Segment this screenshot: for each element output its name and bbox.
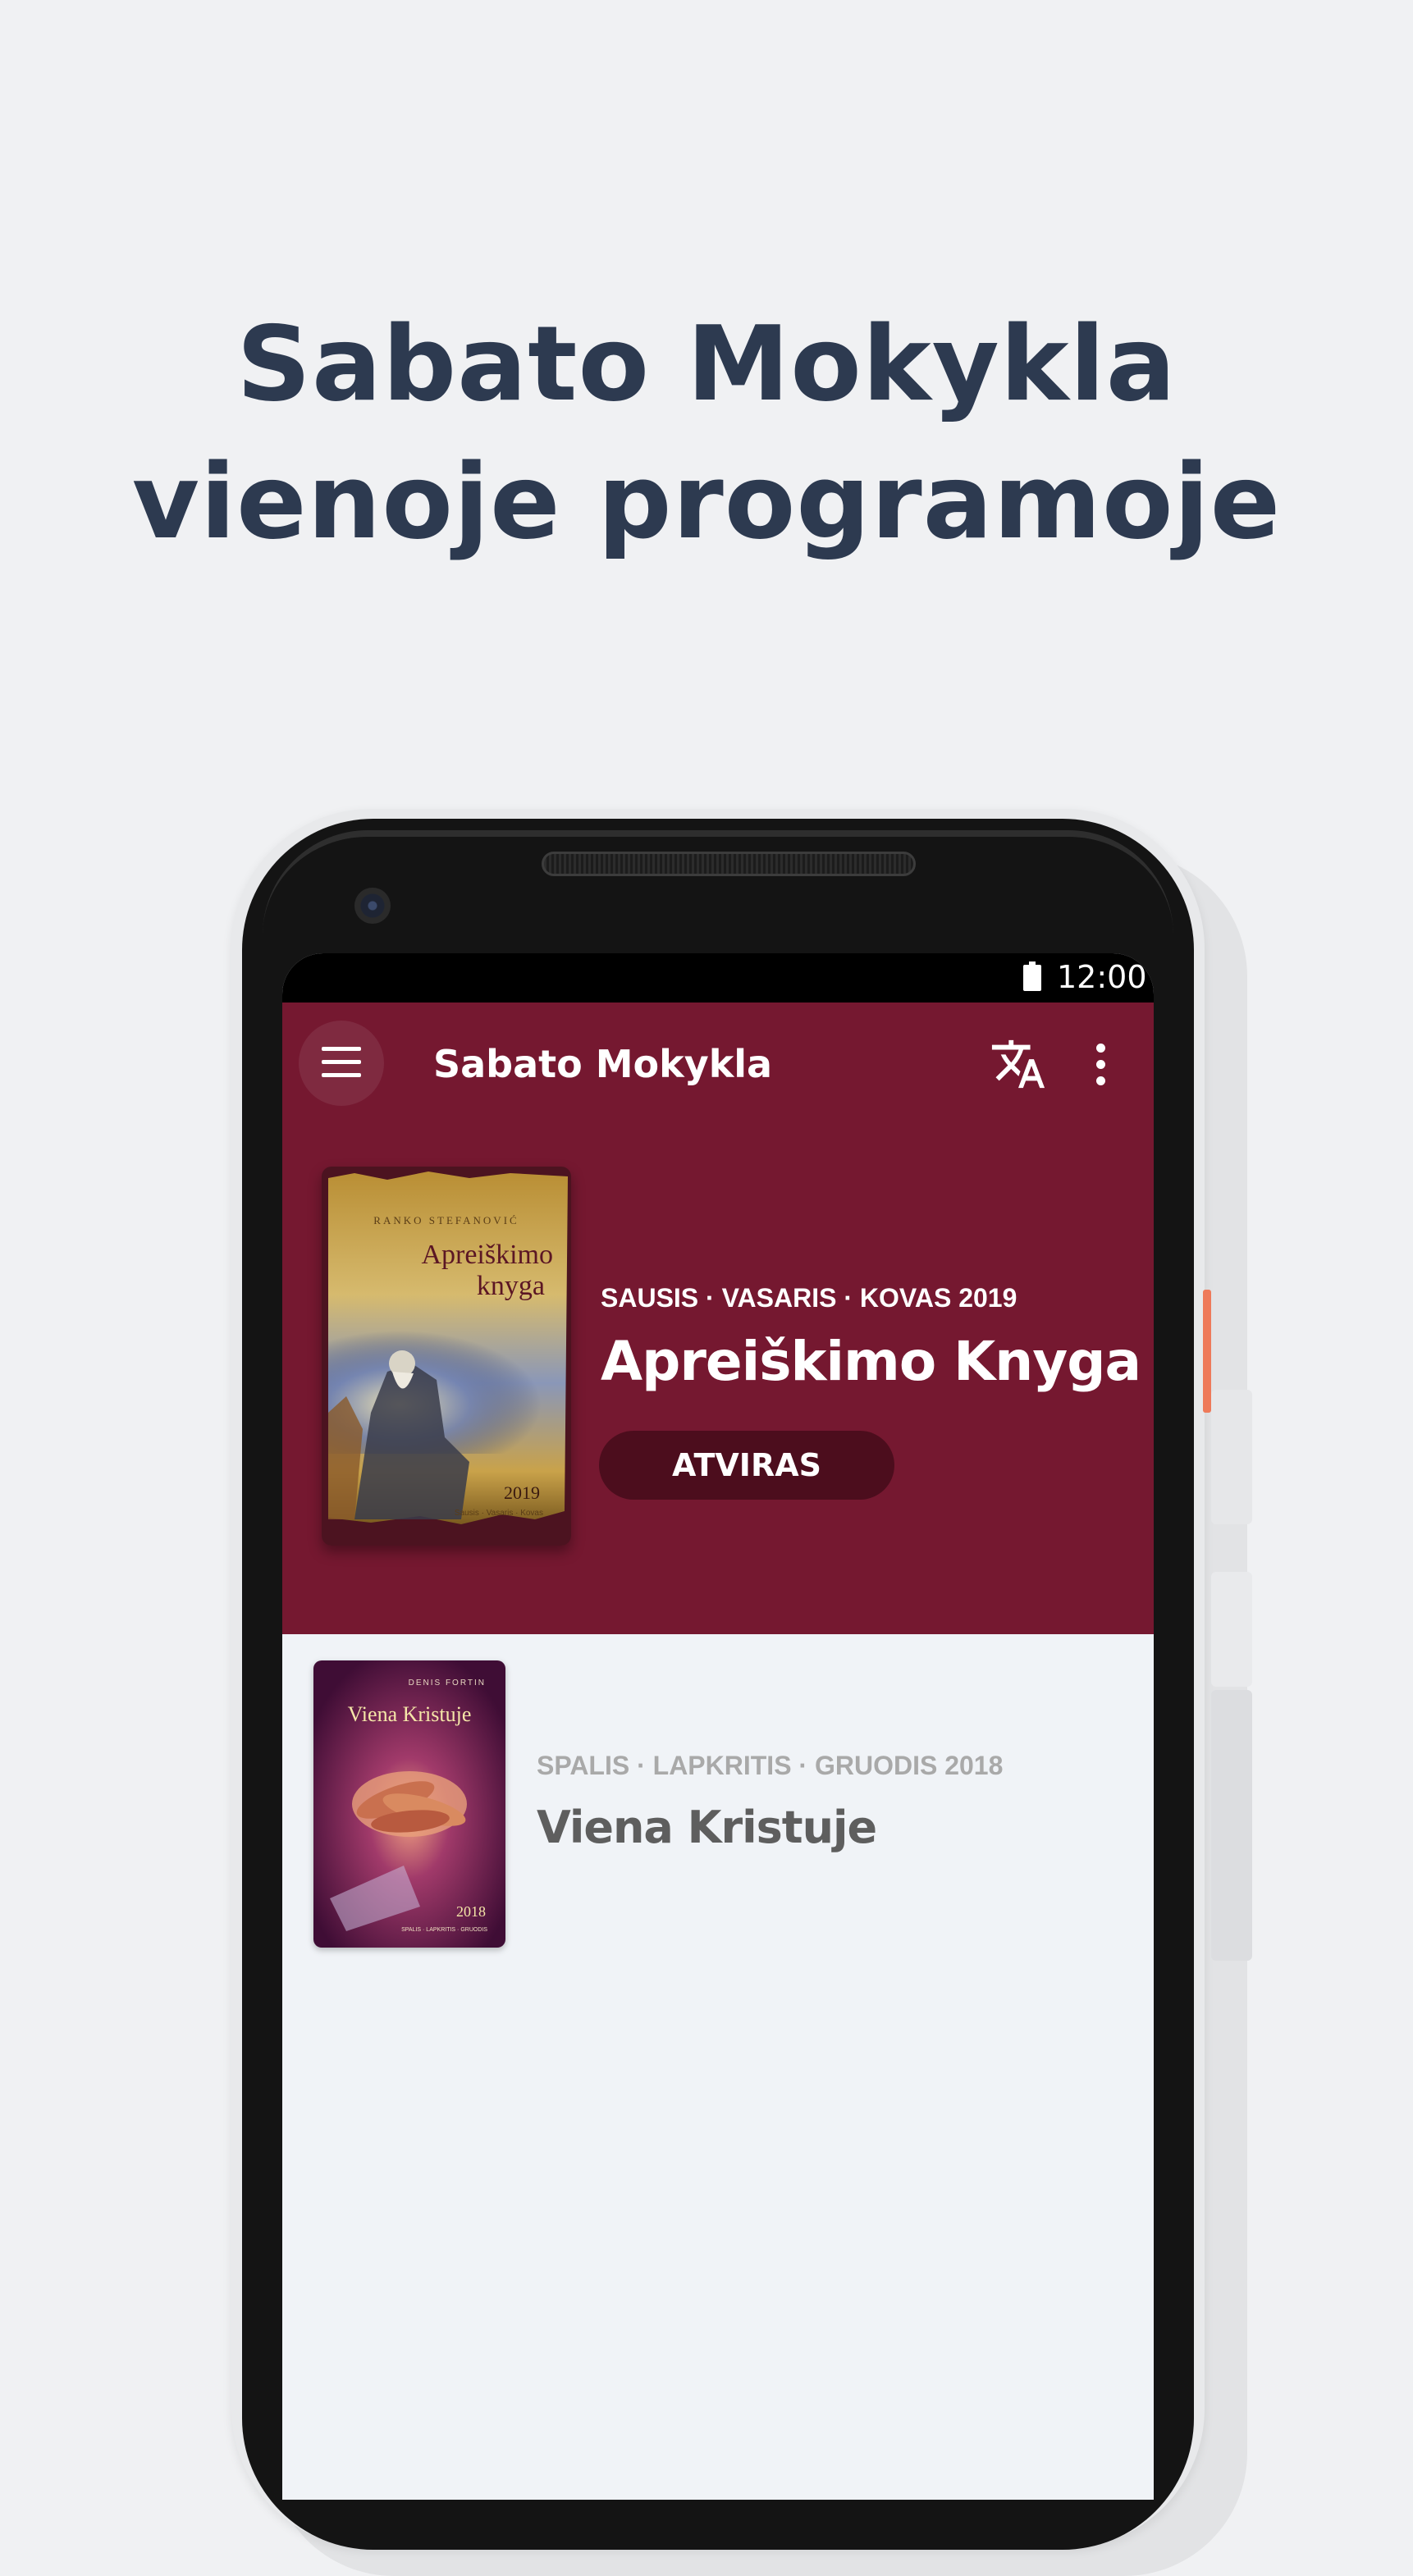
quarterly-cover-author: DENIS FORTIN xyxy=(409,1679,486,1688)
open-button[interactable]: ATVIRAS xyxy=(599,1431,894,1500)
quarterly-list-item[interactable]: DENIS FORTIN Viena Kristuje 2018 SPALIS … xyxy=(282,1636,1154,1980)
phone-rim xyxy=(263,830,1173,935)
headline-line-2: vienoje programoje xyxy=(131,441,1282,562)
phone-side-button xyxy=(1211,1390,1252,1524)
phone-side-button xyxy=(1211,1690,1252,1961)
app-bar: Sabato Mokykla xyxy=(282,1003,1154,1126)
menu-button[interactable] xyxy=(299,1021,384,1106)
phone-screen: 12:00 Sabato Mokykla RANKO STEFANOVIĆ Ap… xyxy=(282,953,1154,2500)
quarterly-cover-year: 2018 xyxy=(456,1903,486,1920)
featured-cover-title-1: Apreiškimo xyxy=(421,1240,553,1270)
quarterly-cover-title: Viena Kristuje xyxy=(348,1702,472,1726)
hamburger-menu-icon xyxy=(322,1047,361,1078)
quarterly-cover-art: DENIS FORTIN Viena Kristuje 2018 SPALIS … xyxy=(313,1660,505,1948)
translate-icon xyxy=(991,1039,1045,1089)
app-title: Sabato Mokykla xyxy=(433,1042,773,1086)
featured-cover-art: RANKO STEFANOVIĆ Apreiškimo knyga 2019 S… xyxy=(322,1167,571,1546)
featured-cover-quarter: Sausis · Vasaris · Kovas xyxy=(455,1509,543,1518)
featured-title: Apreiškimo Knyga xyxy=(601,1330,1141,1393)
power-button xyxy=(1203,1290,1211,1413)
featured-cover-author: RANKO STEFANOVIĆ xyxy=(373,1214,519,1226)
status-time: 12:00 xyxy=(1057,959,1147,995)
quarterly-cover-quarter: SPALIS · LAPKRITIS · GRUODIS xyxy=(401,1927,487,1933)
status-bar: 12:00 xyxy=(282,953,1154,1003)
quarterly-quarter-label: SPALIS · LAPKRITIS · GRUODIS 2018 xyxy=(537,1751,1004,1780)
phone-side-button xyxy=(1211,1572,1252,1687)
translate-button[interactable] xyxy=(990,1035,1047,1093)
front-camera xyxy=(354,888,391,924)
featured-cover-year: 2019 xyxy=(504,1482,540,1503)
headline-line-1: Sabato Mokykla xyxy=(236,304,1177,424)
quarterly-title: Viena Kristuje xyxy=(537,1802,877,1853)
featured-quarter-label: SAUSIS · VASARIS · KOVAS 2019 xyxy=(601,1283,1017,1313)
more-options-button[interactable] xyxy=(1085,1035,1118,1093)
battery-full-icon xyxy=(1023,961,1041,991)
phone-speaker xyxy=(542,852,916,876)
featured-cover-title-2: knyga xyxy=(477,1271,545,1301)
headline: Sabato Mokykla vienoje programoje xyxy=(0,295,1413,571)
quarterly-cover-image: DENIS FORTIN Viena Kristuje 2018 SPALIS … xyxy=(313,1660,505,1948)
featured-cover-image[interactable]: RANKO STEFANOVIĆ Apreiškimo knyga 2019 S… xyxy=(322,1167,571,1546)
featured-info: SAUSIS · VASARIS · KOVAS 2019 Apreiškimo… xyxy=(601,1281,1142,1395)
